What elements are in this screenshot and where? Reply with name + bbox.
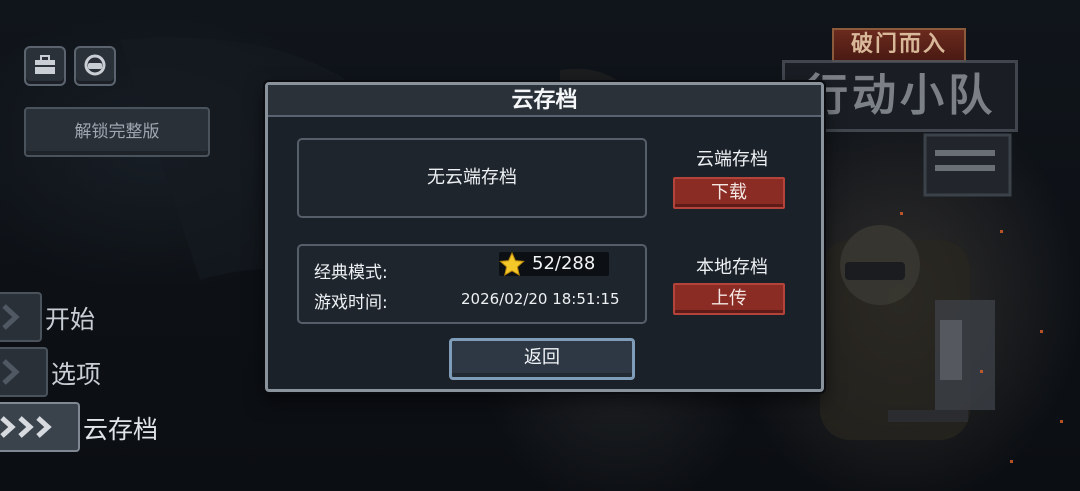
upload-button[interactable]: 上传 bbox=[673, 283, 785, 315]
logo-subtitle: 破门而入 bbox=[832, 28, 966, 62]
ember-particle bbox=[900, 212, 903, 215]
classic-mode-label: 经典模式: bbox=[314, 263, 388, 283]
star-icon bbox=[499, 252, 525, 276]
ember-particle bbox=[1060, 420, 1063, 423]
local-save-panel: 经典模式: 52/288 游戏时间: 2026/02/20 18:51:15 bbox=[297, 244, 647, 324]
ember-particle bbox=[980, 370, 983, 373]
menu-item-options[interactable]: 选项 bbox=[0, 347, 110, 397]
ember-particle bbox=[1040, 330, 1043, 333]
cloud-save-label: 云端存档 bbox=[696, 149, 768, 170]
menu-label-start: 开始 bbox=[45, 305, 96, 334]
chevron-icon bbox=[2, 359, 20, 385]
stars-counter: 52/288 bbox=[499, 252, 609, 276]
ember-particle bbox=[1010, 460, 1013, 463]
menu-chevron bbox=[0, 292, 42, 342]
unlock-full-version-button[interactable]: 解锁完整版 bbox=[24, 107, 210, 157]
chevron-icon bbox=[0, 416, 52, 438]
download-button[interactable]: 下载 bbox=[673, 177, 785, 209]
menu-item-start[interactable]: 开始 bbox=[0, 292, 110, 342]
cloud-save-status: 无云端存档 bbox=[427, 167, 517, 188]
cloud-save-panel: 无云端存档 bbox=[297, 138, 647, 218]
menu-chevron bbox=[0, 402, 80, 452]
local-save-label: 本地存档 bbox=[696, 257, 768, 278]
dialog-title: 云存档 bbox=[268, 85, 821, 117]
ember-particle bbox=[1000, 230, 1003, 233]
shop-button[interactable] bbox=[24, 46, 66, 86]
menu-label-options: 选项 bbox=[51, 360, 102, 389]
stars-value: 52/288 bbox=[532, 253, 596, 274]
menu-item-cloud-save[interactable]: 云存档 bbox=[0, 402, 170, 452]
menu-label-cloud-save: 云存档 bbox=[83, 415, 159, 444]
playtime-label: 游戏时间: bbox=[314, 293, 388, 313]
chevron-icon bbox=[2, 304, 20, 330]
briefcase-icon bbox=[35, 55, 55, 74]
cloud-save-dialog: 云存档 无云端存档 云端存档 下载 经典模式: 52/288 游戏时间: 202… bbox=[265, 82, 824, 392]
back-button[interactable]: 返回 bbox=[449, 338, 635, 380]
menu-chevron bbox=[0, 347, 48, 397]
gamepad-icon bbox=[84, 54, 106, 76]
playtime-value: 2026/02/20 18:51:15 bbox=[461, 290, 620, 308]
controller-button[interactable] bbox=[74, 46, 116, 86]
